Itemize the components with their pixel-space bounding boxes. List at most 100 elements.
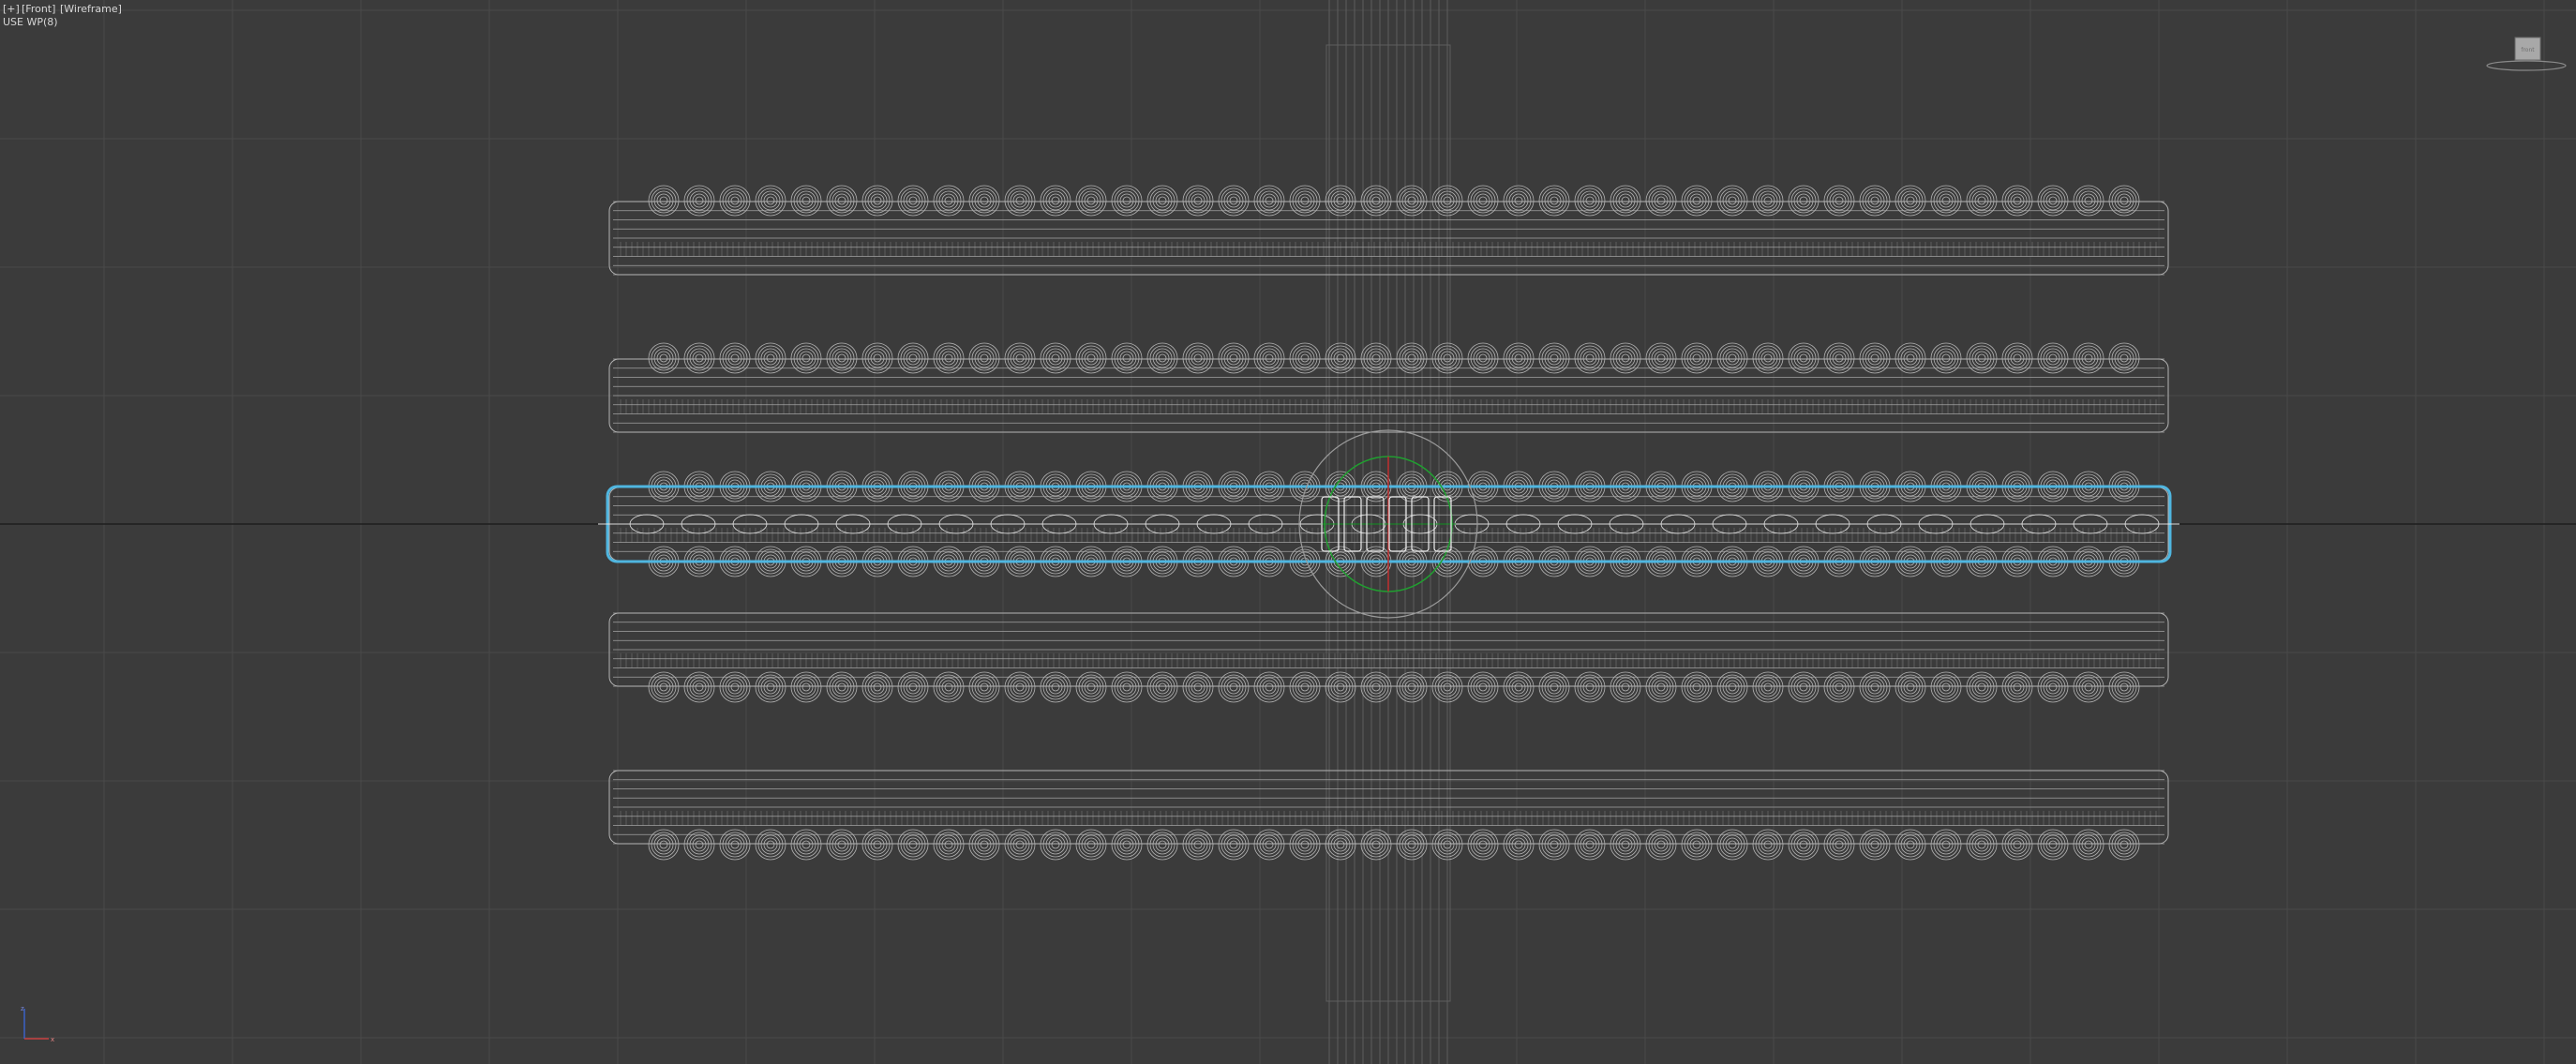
wheel-wireframe bbox=[683, 342, 715, 374]
wheel-wireframe bbox=[1004, 671, 1036, 703]
wireframe-scene[interactable] bbox=[0, 0, 2576, 1064]
wheel-wireframe bbox=[1503, 342, 1535, 374]
wheel-wireframe bbox=[1253, 829, 1285, 861]
wheel-wireframe bbox=[1360, 829, 1392, 861]
wheel-wireframe bbox=[1823, 829, 1855, 861]
wheel-wireframe bbox=[1289, 185, 1321, 217]
wheel-wireframe bbox=[1574, 185, 1606, 217]
wheel-wireframe bbox=[2037, 829, 2069, 861]
wheel-wireframe bbox=[2001, 185, 2033, 217]
wheel-wireframe bbox=[1182, 829, 1214, 861]
wheel-wireframe bbox=[1467, 829, 1499, 861]
wheel-wireframe bbox=[1788, 829, 1820, 861]
wheel-wireframe bbox=[2073, 829, 2104, 861]
wheel-wireframe bbox=[1538, 342, 1570, 374]
wheel-wireframe bbox=[1574, 671, 1606, 703]
wheel-wireframe bbox=[648, 185, 680, 217]
wheel-wireframe bbox=[1325, 185, 1356, 217]
wheel-wireframe bbox=[1325, 342, 1356, 374]
wheel-wireframe bbox=[683, 671, 715, 703]
wheel-wireframe bbox=[1788, 342, 1820, 374]
axis-tripod-icon: z x bbox=[21, 1005, 54, 1043]
wheel-wireframe bbox=[1823, 185, 1855, 217]
wheel-wireframe bbox=[1111, 185, 1143, 217]
wheel-wireframe bbox=[2108, 342, 2140, 374]
wheel-wireframe bbox=[1645, 671, 1677, 703]
wheel-wireframe bbox=[1253, 671, 1285, 703]
wheel-wireframe bbox=[1289, 342, 1321, 374]
wheel-wireframe bbox=[1075, 185, 1107, 217]
wheel-wireframe bbox=[1859, 342, 1891, 374]
wheel-wireframe bbox=[968, 185, 1000, 217]
wheel-wireframe bbox=[1503, 829, 1535, 861]
wheel-wireframe bbox=[1645, 342, 1677, 374]
wheel-wireframe bbox=[1004, 342, 1036, 374]
viewport-general-menu[interactable]: [+] bbox=[3, 3, 20, 15]
wheel-wireframe bbox=[1146, 829, 1178, 861]
wheel-wireframe bbox=[790, 342, 822, 374]
wheel-wireframe bbox=[897, 671, 929, 703]
wheel-wireframe bbox=[1503, 185, 1535, 217]
wheel-wireframe bbox=[2037, 671, 2069, 703]
wheel-wireframe bbox=[648, 342, 680, 374]
wheel-wireframe bbox=[1182, 671, 1214, 703]
wheel-wireframe bbox=[1538, 671, 1570, 703]
wheel-wireframe bbox=[790, 671, 822, 703]
wheel-wireframe bbox=[755, 671, 786, 703]
svg-text:z: z bbox=[21, 1005, 24, 1012]
wheel-wireframe bbox=[1004, 185, 1036, 217]
wheel-wireframe bbox=[1930, 342, 1962, 374]
wheel-wireframe bbox=[1040, 671, 1071, 703]
wheel-wireframe bbox=[1111, 671, 1143, 703]
wheel-wireframe bbox=[1182, 185, 1214, 217]
wheel-wireframe bbox=[683, 185, 715, 217]
wheel-wireframe bbox=[1752, 829, 1784, 861]
wheel-wireframe bbox=[1111, 342, 1143, 374]
wheel-wireframe bbox=[968, 829, 1000, 861]
wheel-wireframe bbox=[790, 829, 822, 861]
wheel-wireframe bbox=[1360, 671, 1392, 703]
wheel-wireframe bbox=[933, 671, 965, 703]
wheel-wireframe bbox=[2001, 671, 2033, 703]
wheel-wireframe bbox=[968, 342, 1000, 374]
wheel-wireframe bbox=[755, 342, 786, 374]
wheel-wireframe bbox=[648, 829, 680, 861]
wheel-wireframe bbox=[1681, 185, 1713, 217]
wheel-wireframe bbox=[1146, 342, 1178, 374]
wheel-wireframe bbox=[1182, 342, 1214, 374]
wheel-wireframe bbox=[897, 185, 929, 217]
wheel-wireframe bbox=[719, 671, 751, 703]
wheel-wireframe bbox=[861, 829, 893, 861]
wheel-wireframe bbox=[1040, 829, 1071, 861]
wheel-wireframe bbox=[826, 671, 858, 703]
wheel-wireframe bbox=[1538, 829, 1570, 861]
wheel-wireframe bbox=[1716, 671, 1748, 703]
wheel-wireframe bbox=[1218, 671, 1250, 703]
viewport-point-of-view-menu[interactable]: [Front] bbox=[22, 3, 55, 15]
wheel-wireframe bbox=[1966, 342, 1998, 374]
wheel-wireframe bbox=[968, 671, 1000, 703]
viewcube[interactable]: front bbox=[2484, 28, 2569, 77]
wheel-wireframe bbox=[1146, 185, 1178, 217]
wheel-wireframe bbox=[2001, 829, 2033, 861]
viewport-grid bbox=[0, 0, 2576, 1064]
wheel-wireframe bbox=[1218, 829, 1250, 861]
wheel-wireframe bbox=[826, 829, 858, 861]
wheel-wireframe bbox=[1574, 342, 1606, 374]
wheel-wireframe bbox=[1788, 185, 1820, 217]
wheel-wireframe bbox=[719, 342, 751, 374]
wheel-wireframe bbox=[1966, 185, 1998, 217]
viewport-shading-menu[interactable]: [Wireframe] bbox=[60, 3, 122, 15]
wheel-wireframe bbox=[2108, 185, 2140, 217]
wheel-wireframe bbox=[1681, 829, 1713, 861]
wheel-wireframe bbox=[897, 342, 929, 374]
wheel-wireframe bbox=[1574, 829, 1606, 861]
wheel-wireframe bbox=[1004, 829, 1036, 861]
wheel-wireframe bbox=[2108, 671, 2140, 703]
wheel-wireframe bbox=[1859, 185, 1891, 217]
viewport-front-wireframe[interactable]: [+] [Front] [Wireframe] USE WP(8) front … bbox=[0, 0, 2576, 1064]
wheel-wireframe bbox=[861, 342, 893, 374]
wheel-wireframe bbox=[1716, 185, 1748, 217]
workplane-info-label: USE WP(8) bbox=[3, 16, 58, 28]
wheel-wireframe bbox=[897, 829, 929, 861]
